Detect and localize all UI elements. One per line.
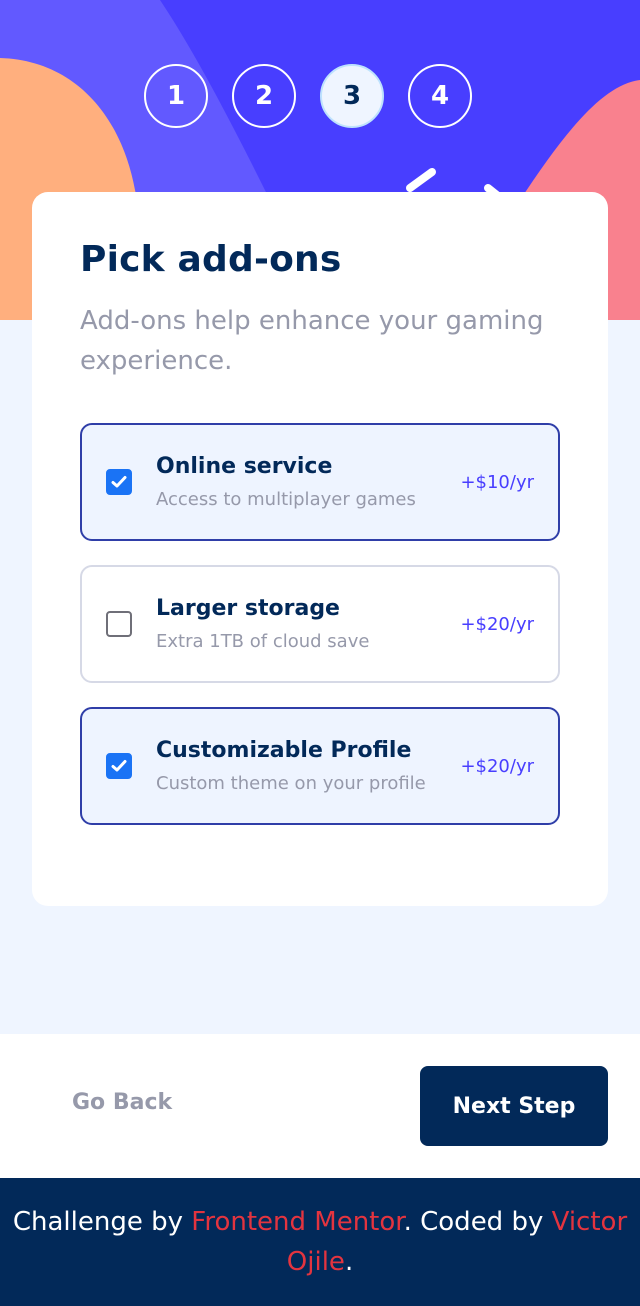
checkbox-checked[interactable] <box>106 753 132 780</box>
go-back-button[interactable]: Go Back <box>72 1090 172 1115</box>
addon-name: Online service <box>156 454 333 480</box>
addon-text: Larger storage Extra 1TB of cloud save <box>156 595 460 653</box>
addon-option-customizable-profile[interactable]: Customizable Profile Custom theme on you… <box>80 707 560 826</box>
attribution-middle: . Coded by <box>403 1207 552 1237</box>
step-2: 2 <box>232 64 296 128</box>
bottom-nav: Go Back Next Step <box>0 1034 640 1178</box>
checkmark-icon <box>111 476 127 488</box>
addon-price: +$20/yr <box>460 755 534 777</box>
step-3-active: 3 <box>320 64 384 128</box>
step-indicator: 1 2 3 4 <box>144 64 472 128</box>
attribution-suffix: . <box>344 1247 354 1277</box>
checkmark-icon <box>111 760 127 772</box>
addon-name: Larger storage <box>156 596 340 622</box>
page: 1 2 3 4 Pick add-ons Add-ons help enhanc… <box>0 0 640 1306</box>
addon-text: Online service Access to multiplayer gam… <box>156 453 460 511</box>
frontend-mentor-link[interactable]: Frontend Mentor <box>191 1207 403 1237</box>
step-4: 4 <box>408 64 472 128</box>
addon-description: Custom theme on your profile <box>156 773 426 795</box>
addons-card: Pick add-ons Add-ons help enhance your g… <box>32 192 608 906</box>
attribution-prefix: Challenge by <box>12 1207 192 1237</box>
addon-text: Customizable Profile Custom theme on you… <box>156 737 460 795</box>
addon-price: +$10/yr <box>460 471 534 493</box>
addon-description: Access to multiplayer games <box>156 489 416 511</box>
page-title: Pick add-ons <box>80 239 342 280</box>
page-subtitle: Add-ons help enhance your gaming experie… <box>80 306 544 377</box>
addons-list: Online service Access to multiplayer gam… <box>80 423 560 826</box>
checkbox-checked[interactable] <box>106 469 132 496</box>
addon-option-online-service[interactable]: Online service Access to multiplayer gam… <box>80 423 560 542</box>
step-1: 1 <box>144 64 208 128</box>
addon-description: Extra 1TB of cloud save <box>156 631 370 653</box>
addon-option-larger-storage[interactable]: Larger storage Extra 1TB of cloud save +… <box>80 565 560 684</box>
attribution-footer: Challenge by Frontend Mentor. Coded by V… <box>0 1178 640 1306</box>
checkbox-unchecked[interactable] <box>106 611 132 638</box>
addon-price: +$20/yr <box>460 613 534 635</box>
next-step-button[interactable]: Next Step <box>420 1066 608 1146</box>
addon-name: Customizable Profile <box>156 738 412 764</box>
